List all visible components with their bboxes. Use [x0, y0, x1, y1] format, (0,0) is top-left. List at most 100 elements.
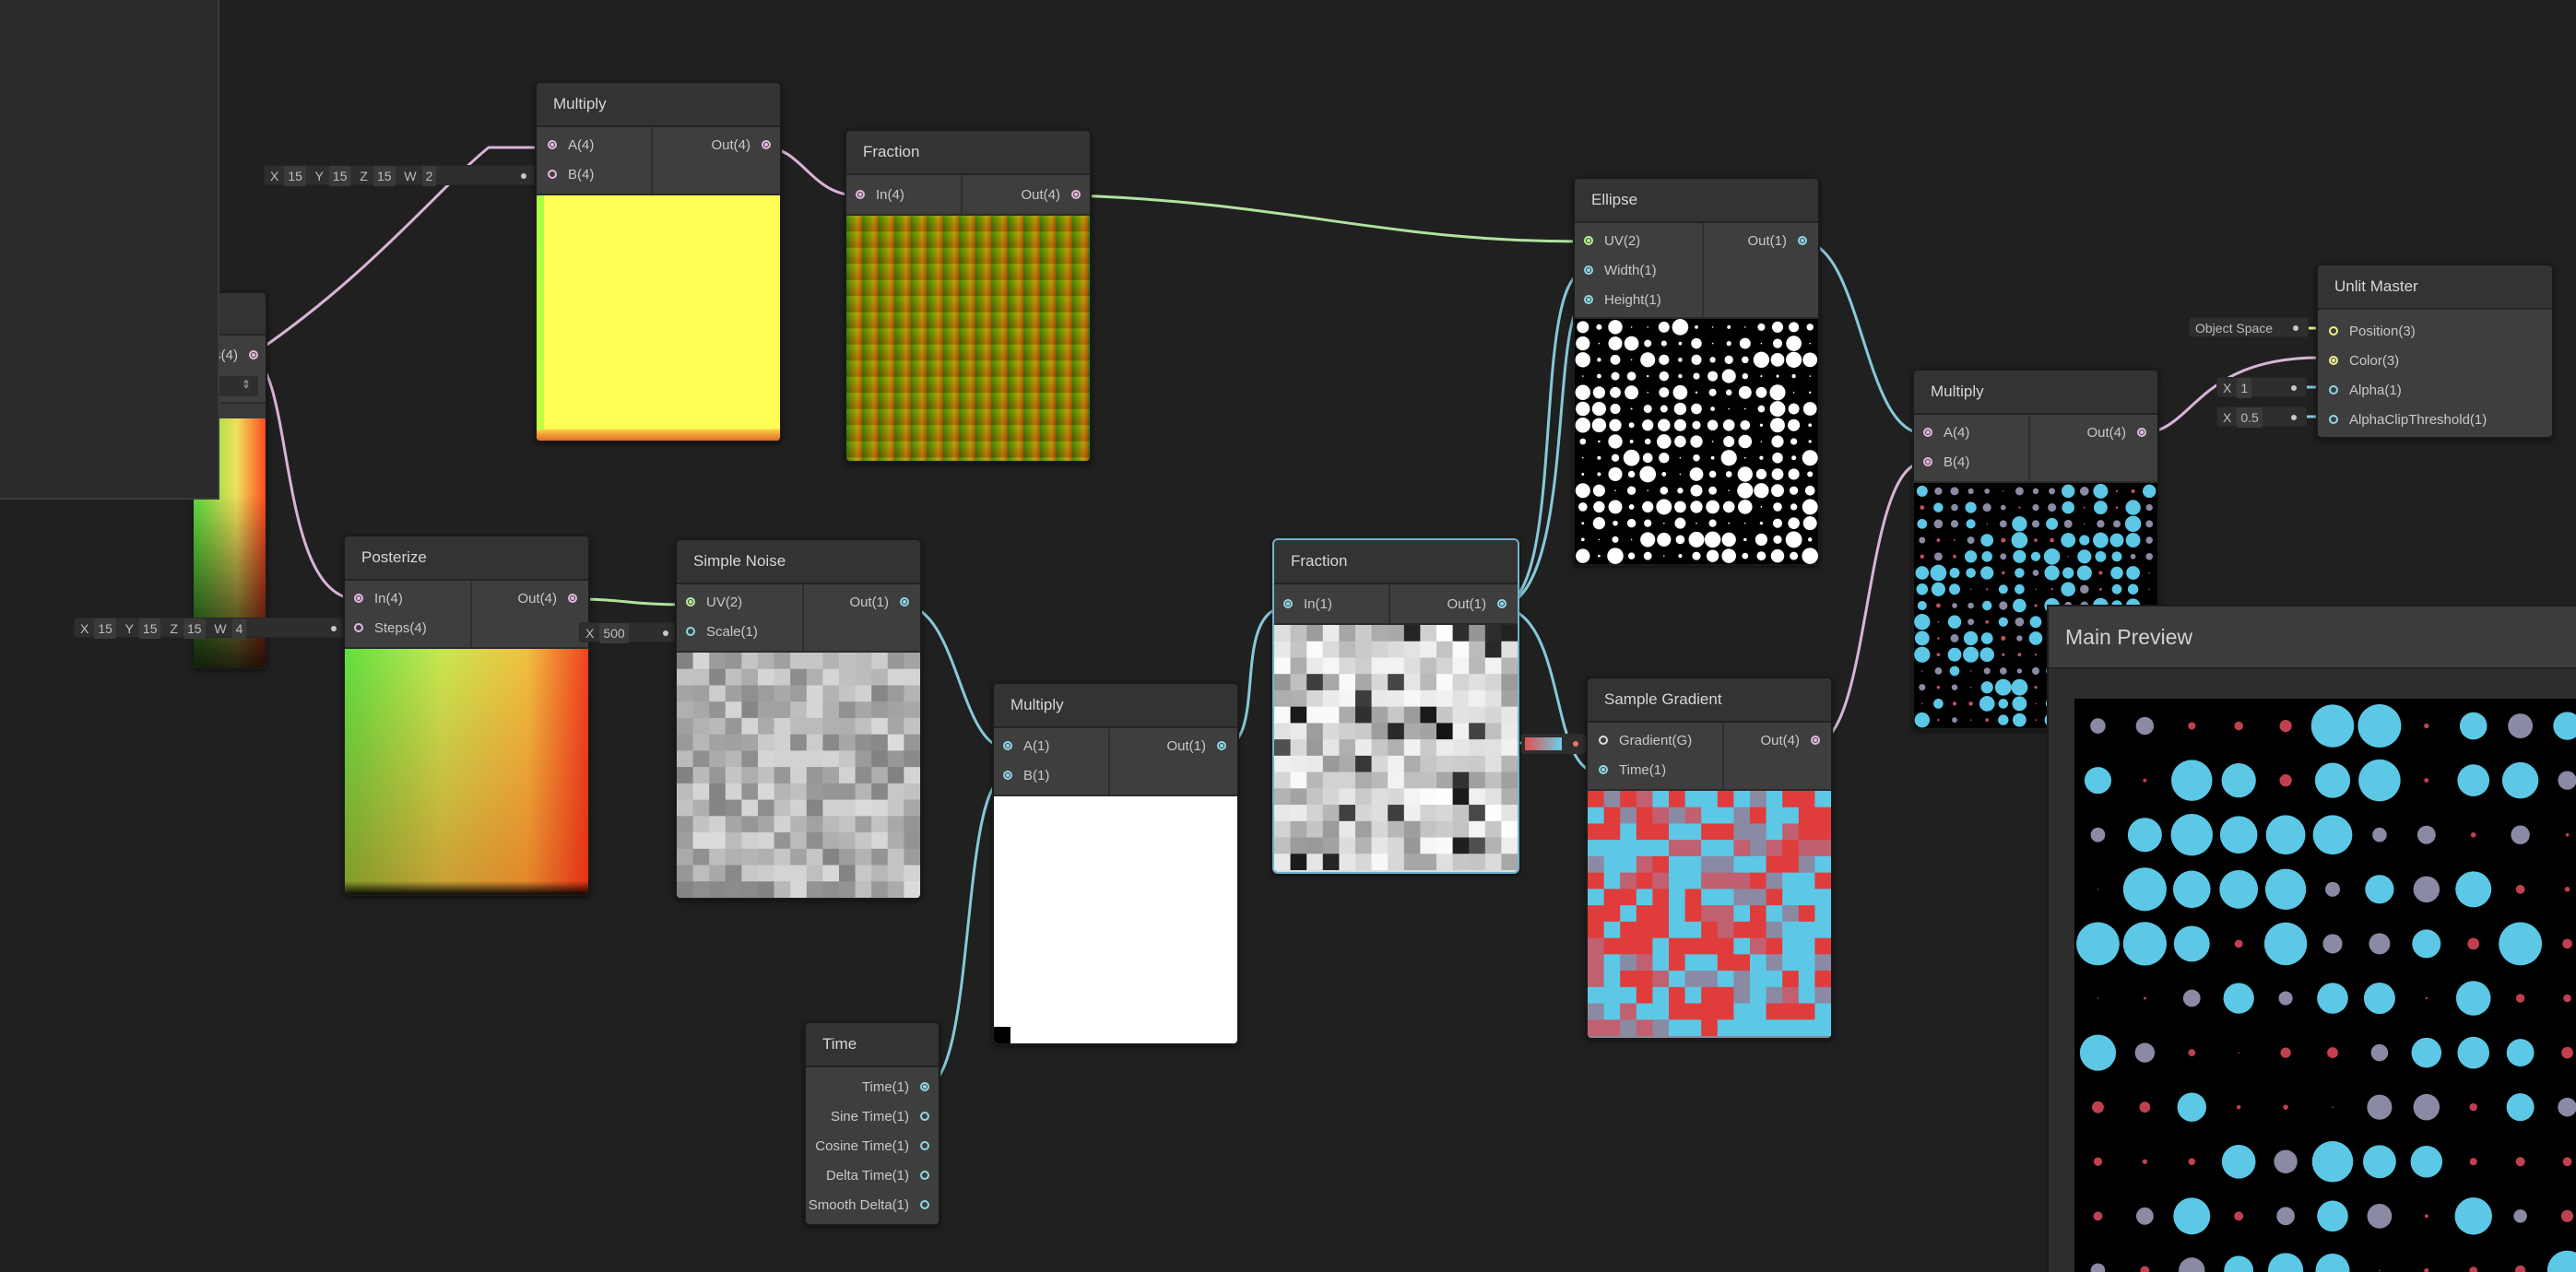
ellipse-node[interactable]: Ellipse UV(2) Width(1) Height(1) Out(1) [1573, 177, 1820, 566]
circle-port-icon[interactable] [2137, 428, 2146, 437]
port-out[interactable]: Out(1) [849, 588, 909, 618]
x-value[interactable]: 1 [2237, 378, 2252, 398]
port-height[interactable]: Height(1) [1584, 286, 1661, 315]
fraction-node-top[interactable]: Fraction In(4) Out(4) [845, 129, 1092, 463]
port-out[interactable]: Out(4) [2086, 418, 2146, 448]
x-value[interactable]: 500 [599, 623, 629, 643]
port-delta-time[interactable]: Delta Time(1) [826, 1161, 929, 1191]
circle-port-icon[interactable] [1003, 771, 1012, 780]
port-cosine-time[interactable]: Cosine Time(1) [815, 1132, 929, 1161]
port-uv[interactable]: UV(2) [686, 588, 742, 618]
shader-graph-canvas[interactable]: s(4) ⇕ X 15 Y 15 Z 15 W2 Multiply A(4) B(4)… [0, 0, 2576, 1272]
vector4-field-top[interactable]: X 15 Y 15 Z 15 W2 [264, 165, 537, 186]
circle-port-icon[interactable] [920, 1112, 929, 1121]
z-value[interactable]: 15 [372, 166, 396, 186]
circle-port-icon[interactable] [1071, 190, 1081, 199]
circle-port-icon[interactable] [1923, 457, 1932, 466]
circle-port-icon[interactable] [2329, 356, 2338, 365]
circle-port-icon[interactable] [1599, 765, 1608, 774]
circle-port-icon[interactable] [548, 170, 557, 179]
sample-gradient-node[interactable]: Sample Gradient Gradient(G) Time(1) Out(… [1586, 677, 1833, 1040]
port-out[interactable]: Out(4) [1760, 726, 1820, 756]
circle-port-icon[interactable] [1283, 599, 1293, 608]
posterize-node[interactable]: Posterize In(4) Steps(4) Out(4) [343, 535, 590, 896]
main-preview-window[interactable]: Main Preview [2047, 605, 2576, 1272]
gradient-field[interactable] [1521, 734, 1586, 754]
circle-port-icon[interactable] [2329, 326, 2338, 336]
port-in[interactable]: In(4) [354, 584, 403, 614]
port-time[interactable]: Time(1) [862, 1073, 929, 1102]
port-in[interactable]: In(1) [1283, 590, 1332, 619]
circle-port-icon[interactable] [1584, 265, 1593, 275]
port-out[interactable]: Out(1) [1166, 732, 1226, 761]
y-value[interactable]: 15 [328, 166, 351, 186]
circle-port-icon[interactable] [1217, 741, 1226, 750]
w-value[interactable]: 4 [231, 618, 247, 639]
port-in[interactable]: In(4) [856, 181, 904, 210]
w-value[interactable]: 2 [421, 166, 437, 186]
port-out[interactable]: Out(4) [1021, 181, 1081, 210]
circle-port-icon[interactable] [686, 627, 695, 636]
vector4-field-left[interactable]: X 15 Y 15 Z 15 W4 [74, 618, 347, 639]
port-alpha-clip[interactable]: AlphaClipThreshold(1) [2329, 406, 2487, 435]
main-preview-viewport[interactable] [2074, 699, 2576, 1272]
circle-port-icon[interactable] [686, 597, 695, 607]
port-gradient[interactable]: Gradient(G) [1599, 726, 1692, 756]
circle-port-icon[interactable] [900, 597, 909, 607]
blackboard-panel[interactable] [0, 0, 219, 500]
port-sine-time[interactable]: Sine Time(1) [831, 1102, 929, 1132]
simple-noise-node[interactable]: Simple Noise UV(2) Scale(1) Out(1) [675, 538, 922, 900]
circle-port-icon[interactable] [1599, 736, 1608, 745]
port-steps[interactable]: Steps(4) [354, 614, 427, 643]
x-value[interactable]: 15 [284, 166, 306, 186]
port-a[interactable]: A(1) [1003, 732, 1049, 761]
circle-port-icon[interactable] [920, 1171, 929, 1180]
circle-port-icon[interactable] [1003, 741, 1012, 750]
circle-port-icon[interactable] [920, 1200, 929, 1209]
circle-port-icon[interactable] [1497, 599, 1507, 608]
port-out[interactable]: Out(4) [711, 131, 771, 160]
z-value[interactable]: 15 [183, 618, 206, 639]
alpha-field[interactable]: X1 [2216, 377, 2307, 398]
port-smooth-delta[interactable]: Smooth Delta(1) [809, 1191, 929, 1220]
circle-port-icon[interactable] [1923, 428, 1932, 437]
x-value[interactable]: 0.5 [2237, 407, 2263, 428]
time-node[interactable]: Time Time(1) Sine Time(1) Cosine Time(1)… [804, 1021, 940, 1226]
circle-port-icon[interactable] [920, 1141, 929, 1150]
circle-port-icon[interactable] [2329, 415, 2338, 424]
circle-port-icon[interactable] [354, 623, 363, 632]
object-space-dropdown[interactable]: Object Space [2189, 317, 2309, 337]
fraction-node-mid[interactable]: Fraction In(1) Out(1) [1272, 538, 1519, 874]
x-value[interactable]: 15 [94, 618, 116, 639]
multiply-node-top[interactable]: Multiply A(4) B(4) Out(4) [535, 81, 782, 442]
circle-port-icon[interactable] [354, 594, 363, 603]
port-b[interactable]: B(1) [1003, 761, 1049, 791]
circle-port-icon[interactable] [1798, 236, 1807, 245]
port-position[interactable]: Position(3) [2329, 317, 2416, 347]
circle-port-icon[interactable] [568, 594, 577, 603]
circle-port-icon[interactable] [249, 350, 258, 359]
circle-port-icon[interactable] [548, 140, 557, 149]
port-scale[interactable]: Scale(1) [686, 618, 758, 647]
port-time[interactable]: Time(1) [1599, 756, 1666, 785]
port-alpha[interactable]: Alpha(1) [2329, 376, 2402, 406]
unlit-master-node[interactable]: Unlit Master Position(3) Color(3) Alpha(… [2316, 264, 2554, 439]
port-uv[interactable]: UV(2) [1584, 227, 1640, 256]
port-out[interactable]: Out(1) [1747, 227, 1807, 256]
circle-port-icon[interactable] [1584, 236, 1593, 245]
circle-port-icon[interactable] [1811, 736, 1820, 745]
port-a[interactable]: A(4) [548, 131, 594, 160]
circle-port-icon[interactable] [762, 140, 771, 149]
main-preview-title[interactable]: Main Preview [2049, 607, 2576, 669]
port-a[interactable]: A(4) [1923, 418, 1969, 448]
circle-port-icon[interactable] [856, 190, 865, 199]
circle-port-icon[interactable] [2329, 385, 2338, 395]
port-out[interactable]: Out(4) [517, 584, 577, 614]
port-b[interactable]: B(4) [548, 160, 594, 190]
port-out[interactable]: Out(1) [1447, 590, 1507, 619]
port-b[interactable]: B(4) [1923, 448, 1969, 477]
circle-port-icon[interactable] [920, 1082, 929, 1091]
partial-node-out-port[interactable]: s(4) [214, 341, 258, 371]
port-width[interactable]: Width(1) [1584, 256, 1657, 286]
circle-port-icon[interactable] [1584, 295, 1593, 304]
